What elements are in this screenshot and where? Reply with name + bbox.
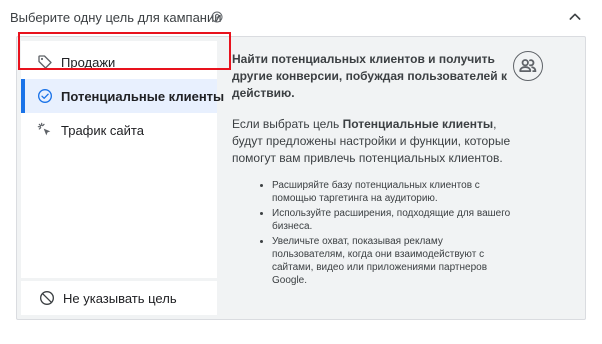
people-icon xyxy=(513,51,543,81)
goal-item-traffic[interactable]: Трафик сайта xyxy=(21,113,217,147)
cursor-click-icon xyxy=(37,122,51,136)
help-icon[interactable] xyxy=(211,11,223,23)
goal-benefits-list: Расширяйте базу потенциальных клиентов с… xyxy=(232,179,517,287)
goal-list: Продажи Потенциальные клиенты Трафик сай… xyxy=(21,41,224,278)
check-circle-icon xyxy=(38,89,52,103)
goal-description-text: Если выбрать цель Потенциальные клиенты,… xyxy=(232,117,511,165)
section-header: Выберите одну цель для кампании xyxy=(0,0,602,34)
no-goal-label: Не указывать цель xyxy=(63,291,177,306)
no-goal-button[interactable]: Не указывать цель xyxy=(21,281,217,315)
goal-description: Найти потенциальных клиентов и получить … xyxy=(232,51,517,289)
section-title: Выберите одну цель для кампании xyxy=(10,10,222,25)
goal-item-leads[interactable]: Потенциальные клиенты xyxy=(21,79,224,113)
list-item: Используйте расширения, подходящие для в… xyxy=(272,207,517,233)
goal-description-lead: Найти потенциальных клиентов и получить … xyxy=(232,52,507,100)
tag-icon xyxy=(38,55,52,69)
list-item: Увеличьте охват, показывая рекламу польз… xyxy=(272,235,517,287)
chevron-up-icon[interactable] xyxy=(567,9,583,25)
goal-item-label: Потенциальные клиенты xyxy=(61,89,225,104)
goal-selection-panel: Продажи Потенциальные клиенты Трафик сай… xyxy=(16,36,586,320)
block-icon xyxy=(40,291,54,305)
list-item: Расширяйте базу потенциальных клиентов с… xyxy=(272,179,517,205)
goal-item-sales[interactable]: Продажи xyxy=(21,45,217,79)
goal-item-label: Трафик сайта xyxy=(61,123,144,138)
goal-item-label: Продажи xyxy=(61,55,116,70)
